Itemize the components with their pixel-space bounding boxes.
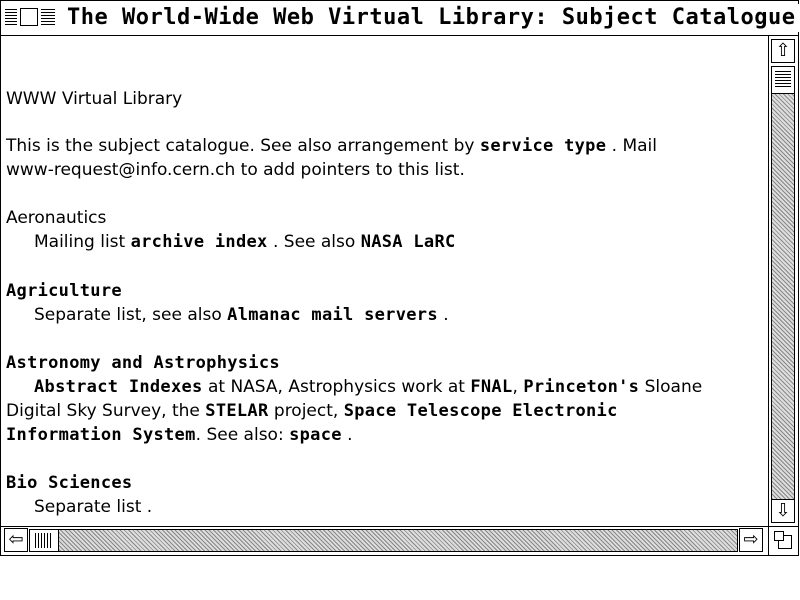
section-title-aeronautics: Aeronautics [6,208,107,228]
astronomy-text: at NASA, Astrophysics work at [202,377,471,397]
agriculture-text: Separate list, see also [34,305,228,325]
browser-window: The World-Wide Web Virtual Library: Subj… [0,0,800,556]
horizontal-scroll-thumb[interactable] [29,529,59,552]
scroll-right-icon[interactable]: ⇨ [739,528,763,552]
astronomy-text-sky-survey: Digital Sky Survey, the [6,401,206,421]
section-body-agriculture: Separate list, see also Almanac mail ser… [34,303,449,327]
scroll-down-icon[interactable]: ⇩ [771,499,795,523]
intro-line-1: This is the subject catalogue. See also … [6,134,657,158]
title-bar[interactable]: The World-Wide Web Virtual Library: Subj… [1,1,800,36]
intro-text: This is the subject catalogue. See also … [6,136,480,156]
intro-text-mail: . Mail [606,136,657,156]
link-fnal[interactable]: FNAL [470,377,512,397]
scroll-left-icon[interactable]: ⇦ [4,528,28,552]
link-archive-index[interactable]: archive index [131,232,268,252]
window-title: The World-Wide Web Virtual Library: Subj… [63,4,800,32]
link-abstract-indexes[interactable]: Abstract Indexes [34,377,203,397]
section-body-aeronautics: Mailing list archive index . See also NA… [34,230,456,254]
page-content: WWW Virtual Library This is the subject … [1,36,768,526]
title-bar-stripes-left-2 [41,9,55,26]
section-title-agriculture[interactable]: Agriculture [6,279,122,303]
close-box[interactable] [20,8,38,26]
link-space-telescope[interactable]: Space Telescope Electronic [344,401,618,421]
bio-text-end: . [141,497,153,517]
aeronautics-text-see-also: . See also [267,232,361,252]
link-nasa-larc[interactable]: NASA LaRC [361,232,456,252]
link-space[interactable]: space [289,425,342,445]
grow-box-inner [774,531,784,541]
agriculture-text-end: . [437,305,449,325]
section-body-astronomy-line2: Digital Sky Survey, the STELAR project, … [6,399,618,423]
astronomy-text-end: . [341,425,353,445]
aeronautics-text: Mailing list [34,232,131,252]
section-body-astronomy-line1: Abstract Indexes at NASA, Astrophysics w… [34,375,702,399]
page-heading: WWW Virtual Library [6,89,183,109]
vertical-scrollbar[interactable]: ⇧ ⇩ [768,36,798,526]
astronomy-text-project: project, [268,401,344,421]
vertical-scroll-thumb[interactable] [771,66,795,94]
section-title-bio-sciences[interactable]: Bio Sciences [6,471,132,495]
link-almanac-mail-servers[interactable]: Almanac mail servers [227,305,438,325]
link-stelar[interactable]: STELAR [205,401,268,421]
resize-grow-box[interactable] [768,526,798,555]
astronomy-comma: , [512,377,524,397]
astronomy-text-see-also: . See also: [195,425,290,445]
link-service-type[interactable]: service type [480,136,606,156]
section-body-astronomy-line3: Information System. See also: space . [6,423,353,447]
bio-text: Separate list [34,497,142,517]
intro-line-2: www-request@info.cern.ch to add pointers… [6,160,465,180]
section-body-bio: Separate list . [34,495,152,519]
link-information-system[interactable]: Information System [6,425,196,445]
vertical-scroll-track[interactable] [771,66,795,500]
link-princeton[interactable]: Princeton's [523,377,639,397]
horizontal-scrollbar[interactable]: ⇦ ⇨ [1,526,768,555]
section-title-astronomy[interactable]: Astronomy and Astrophysics [6,351,280,375]
horizontal-scroll-track[interactable] [29,529,738,552]
scroll-up-icon[interactable]: ⇧ [771,39,795,63]
title-bar-stripes-left [5,9,17,26]
astronomy-text-sloane: Sloane [639,377,703,397]
